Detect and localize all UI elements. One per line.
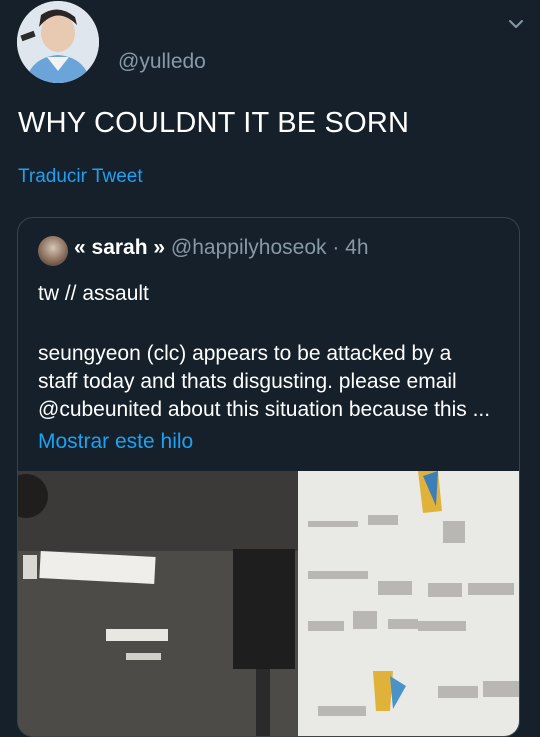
quoted-avatar[interactable]	[38, 236, 68, 266]
show-thread-link[interactable]: Mostrar este hilo	[38, 430, 193, 454]
quoted-warning: tw // assault	[38, 282, 149, 305]
tweet-text: WHY COULDNT IT BE SORN	[18, 107, 410, 139]
quoted-body: seungyeon (clc) appears to be attacked b…	[38, 340, 508, 424]
quoted-timestamp[interactable]: · 4h	[332, 236, 368, 259]
quoted-display-name[interactable]: « sarah »	[74, 236, 165, 259]
quoted-header: « sarah » @happilyhoseok · 4h	[74, 236, 369, 260]
chevron-down-icon[interactable]	[504, 12, 528, 36]
translate-tweet-link[interactable]: Traducir Tweet	[18, 166, 143, 188]
author-handle[interactable]: @yulledo	[118, 50, 206, 74]
quoted-body-line: staff today and thats disgusting. please…	[38, 370, 457, 393]
avatar[interactable]	[17, 1, 99, 83]
quoted-body-line: @cubeunited about this situation because…	[38, 398, 491, 421]
quoted-body-line: seungyeon (clc) appears to be attacked b…	[38, 342, 452, 365]
quoted-media-image[interactable]	[18, 471, 519, 736]
quoted-tweet[interactable]: « sarah » @happilyhoseok · 4h tw // assa…	[17, 217, 520, 737]
quoted-handle[interactable]: @happilyhoseok	[171, 236, 327, 259]
